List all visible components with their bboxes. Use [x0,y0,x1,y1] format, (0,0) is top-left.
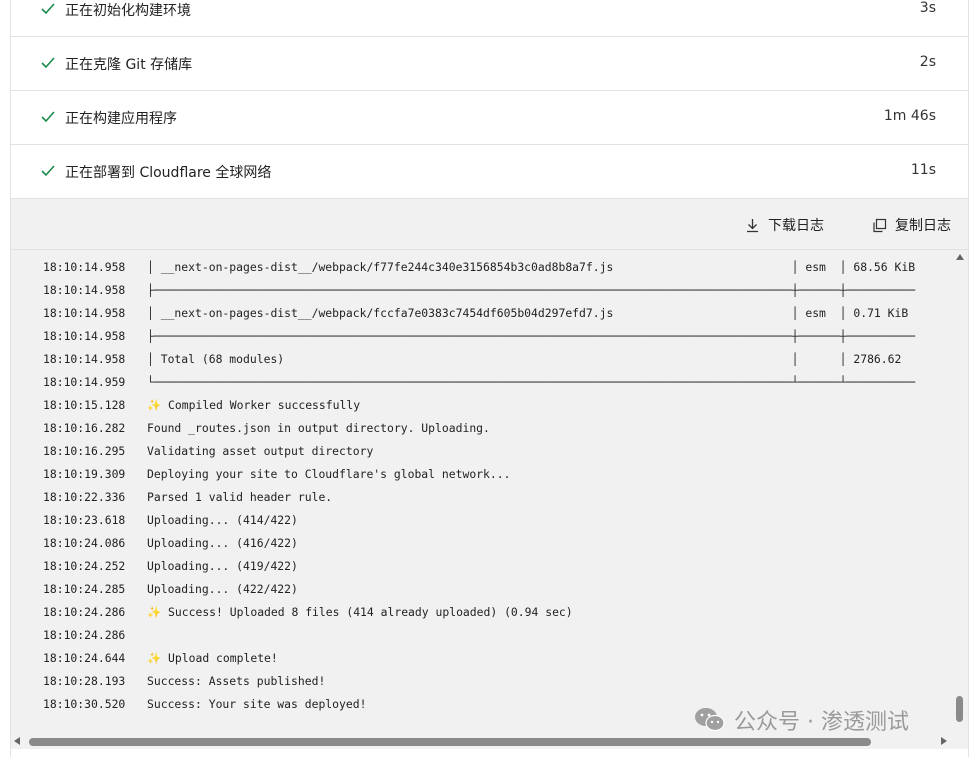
scroll-up-icon[interactable] [956,254,964,260]
log-timestamp: 18:10:24.286 [43,628,126,642]
log-message: Validating asset output directory [147,444,374,458]
log-line: 18:10:24.285 Uploading... (422/422) [43,579,298,599]
log-line: 18:10:24.286 [43,625,147,645]
log-timestamp: 18:10:22.336 [43,490,126,504]
scroll-left-icon[interactable] [14,737,20,745]
log-message: Found _routes.json in output directory. … [147,421,490,435]
log-message: │ Total (68 modules) │ │ 2786.62 [147,352,902,366]
step-label: 正在初始化构建环境 [65,3,191,19]
log-line: 18:10:19.309 Deploying your site to Cloud… [43,464,510,484]
log-message: ✨ Success! Uploaded 8 files (414 already… [147,605,573,619]
log-output[interactable]: 18:10:14.958 │ __next-on-pages-dist__/web… [11,250,952,733]
log-toolbar: 下载日志 复制日志 [11,199,968,250]
step-label: 正在构建应用程序 [65,111,177,127]
log-timestamp: 18:10:24.644 [43,651,126,665]
log-timestamp: 18:10:14.959 [43,375,126,389]
log-line: 18:10:14.958 │ __next-on-pages-dist__/web… [43,303,908,323]
log-message: Parsed 1 valid header rule. [147,490,333,504]
log-message: Success: Assets published! [147,674,326,688]
log-timestamp: 18:10:15.128 [43,398,126,412]
log-line: 18:10:24.252 Uploading... (419/422) [43,556,298,576]
log-line: 18:10:14.958 │ __next-on-pages-dist__/web… [43,257,915,277]
step-label: 正在克隆 Git 存储库 [65,57,193,73]
log-line: 18:10:28.193 Success: Assets published! [43,671,325,691]
log-message: └───────────────────────────────────────… [147,375,916,389]
log-message: ✨ Compiled Worker successfully [147,398,361,412]
log-line: 18:10:14.959 └───────────────────────────… [43,372,915,392]
log-message: ├───────────────────────────────────────… [147,283,916,297]
log-message: ✨ Upload complete! [147,651,278,665]
log-message: Deploying your site to Cloudflare's glob… [147,467,511,481]
step-row[interactable]: 正在初始化构建环境 3s [11,0,968,37]
log-message: ├───────────────────────────────────────… [147,329,916,343]
step-duration: 2s [919,54,936,70]
step-row[interactable]: 正在构建应用程序 1m 46s [11,91,968,145]
log-line: 18:10:24.086 Uploading... (416/422) [43,533,298,553]
download-log-button[interactable]: 下载日志 [745,215,824,235]
log-message: Uploading... (416/422) [147,536,298,550]
check-icon [41,165,55,177]
log-message: Uploading... (414/422) [147,513,298,527]
download-icon [747,218,758,232]
scroll-right-icon[interactable] [941,737,947,745]
horizontal-scroll-thumb[interactable] [29,738,871,746]
vertical-scrollbar[interactable] [952,250,968,733]
log-timestamp: 18:10:19.309 [43,467,126,481]
log-line: 18:10:15.128 ✨ Compiled Worker successful… [43,395,360,415]
log-line: 18:10:22.336 Parsed 1 valid header rule. [43,487,332,507]
log-timestamp: 18:10:16.282 [43,421,126,435]
log-message: Uploading... (419/422) [147,559,298,573]
log-line: 18:10:14.958 ├───────────────────────────… [43,280,915,300]
log-timestamp: 18:10:14.958 [43,306,126,320]
log-message: │ __next-on-pages-dist__/webpack/fccfa7e… [147,306,909,320]
log-timestamp: 18:10:24.252 [43,559,126,573]
build-steps: 正在初始化构建环境 3s 正在克隆 Git 存储库 2s 正在构建应用程序 1m… [11,0,968,199]
log-line: 18:10:30.520 Success: Your site was deplo… [43,694,366,714]
check-icon [41,57,55,69]
step-duration: 3s [919,0,936,16]
log-line: 18:10:14.958 ├───────────────────────────… [43,326,915,346]
copy-log-button[interactable]: 复制日志 [872,215,951,235]
deployment-panel: 正在初始化构建环境 3s 正在克隆 Git 存储库 2s 正在构建应用程序 1m… [10,0,969,757]
log-line: 18:10:16.295 Validating asset output dire… [43,441,373,461]
log-timestamp: 18:10:14.958 [43,260,126,274]
watermark: 公众号 · 渗透测试 [694,704,909,736]
log-timestamp: 18:10:24.086 [43,536,126,550]
step-duration: 1m 46s [883,108,936,124]
download-log-label: 下载日志 [768,218,824,234]
check-icon [41,111,55,123]
log-line: 18:10:14.958 │ Total (68 modules) │ │ 278… [43,349,901,369]
log-timestamp: 18:10:16.295 [43,444,126,458]
copy-log-label: 复制日志 [895,218,951,234]
step-label: 正在部署到 Cloudflare 全球网络 [65,165,272,181]
log-timestamp: 18:10:24.286 [43,605,126,619]
log-timestamp: 18:10:14.958 [43,329,126,343]
step-row[interactable]: 正在克隆 Git 存储库 2s [11,37,968,91]
vertical-scroll-thumb[interactable] [956,696,963,722]
step-row[interactable]: 正在部署到 Cloudflare 全球网络 11s [11,145,968,199]
log-timestamp: 18:10:23.618 [43,513,126,527]
log-line: 18:10:24.644 ✨ Upload complete! [43,648,278,668]
log-timestamp: 18:10:14.958 [43,352,126,366]
check-icon [41,3,55,15]
log-timestamp: 18:10:14.958 [43,283,126,297]
log-line: 18:10:23.618 Uploading... (414/422) [43,510,298,530]
log-timestamp: 18:10:28.193 [43,674,126,688]
watermark-text: 公众号 · 渗透测试 [734,710,909,735]
log-line: 18:10:24.286 ✨ Success! Uploaded 8 files … [43,602,573,622]
wechat-icon [695,708,725,732]
copy-icon [873,218,887,232]
step-duration: 11s [910,162,936,178]
log-message: Success: Your site was deployed! [147,697,367,711]
log-message: Uploading... (422/422) [147,582,298,596]
log-timestamp: 18:10:24.285 [43,582,126,596]
log-timestamp: 18:10:30.520 [43,697,126,711]
log-message: │ __next-on-pages-dist__/webpack/f77fe24… [147,260,916,274]
log-line: 18:10:16.282 Found _routes.json in output… [43,418,490,438]
